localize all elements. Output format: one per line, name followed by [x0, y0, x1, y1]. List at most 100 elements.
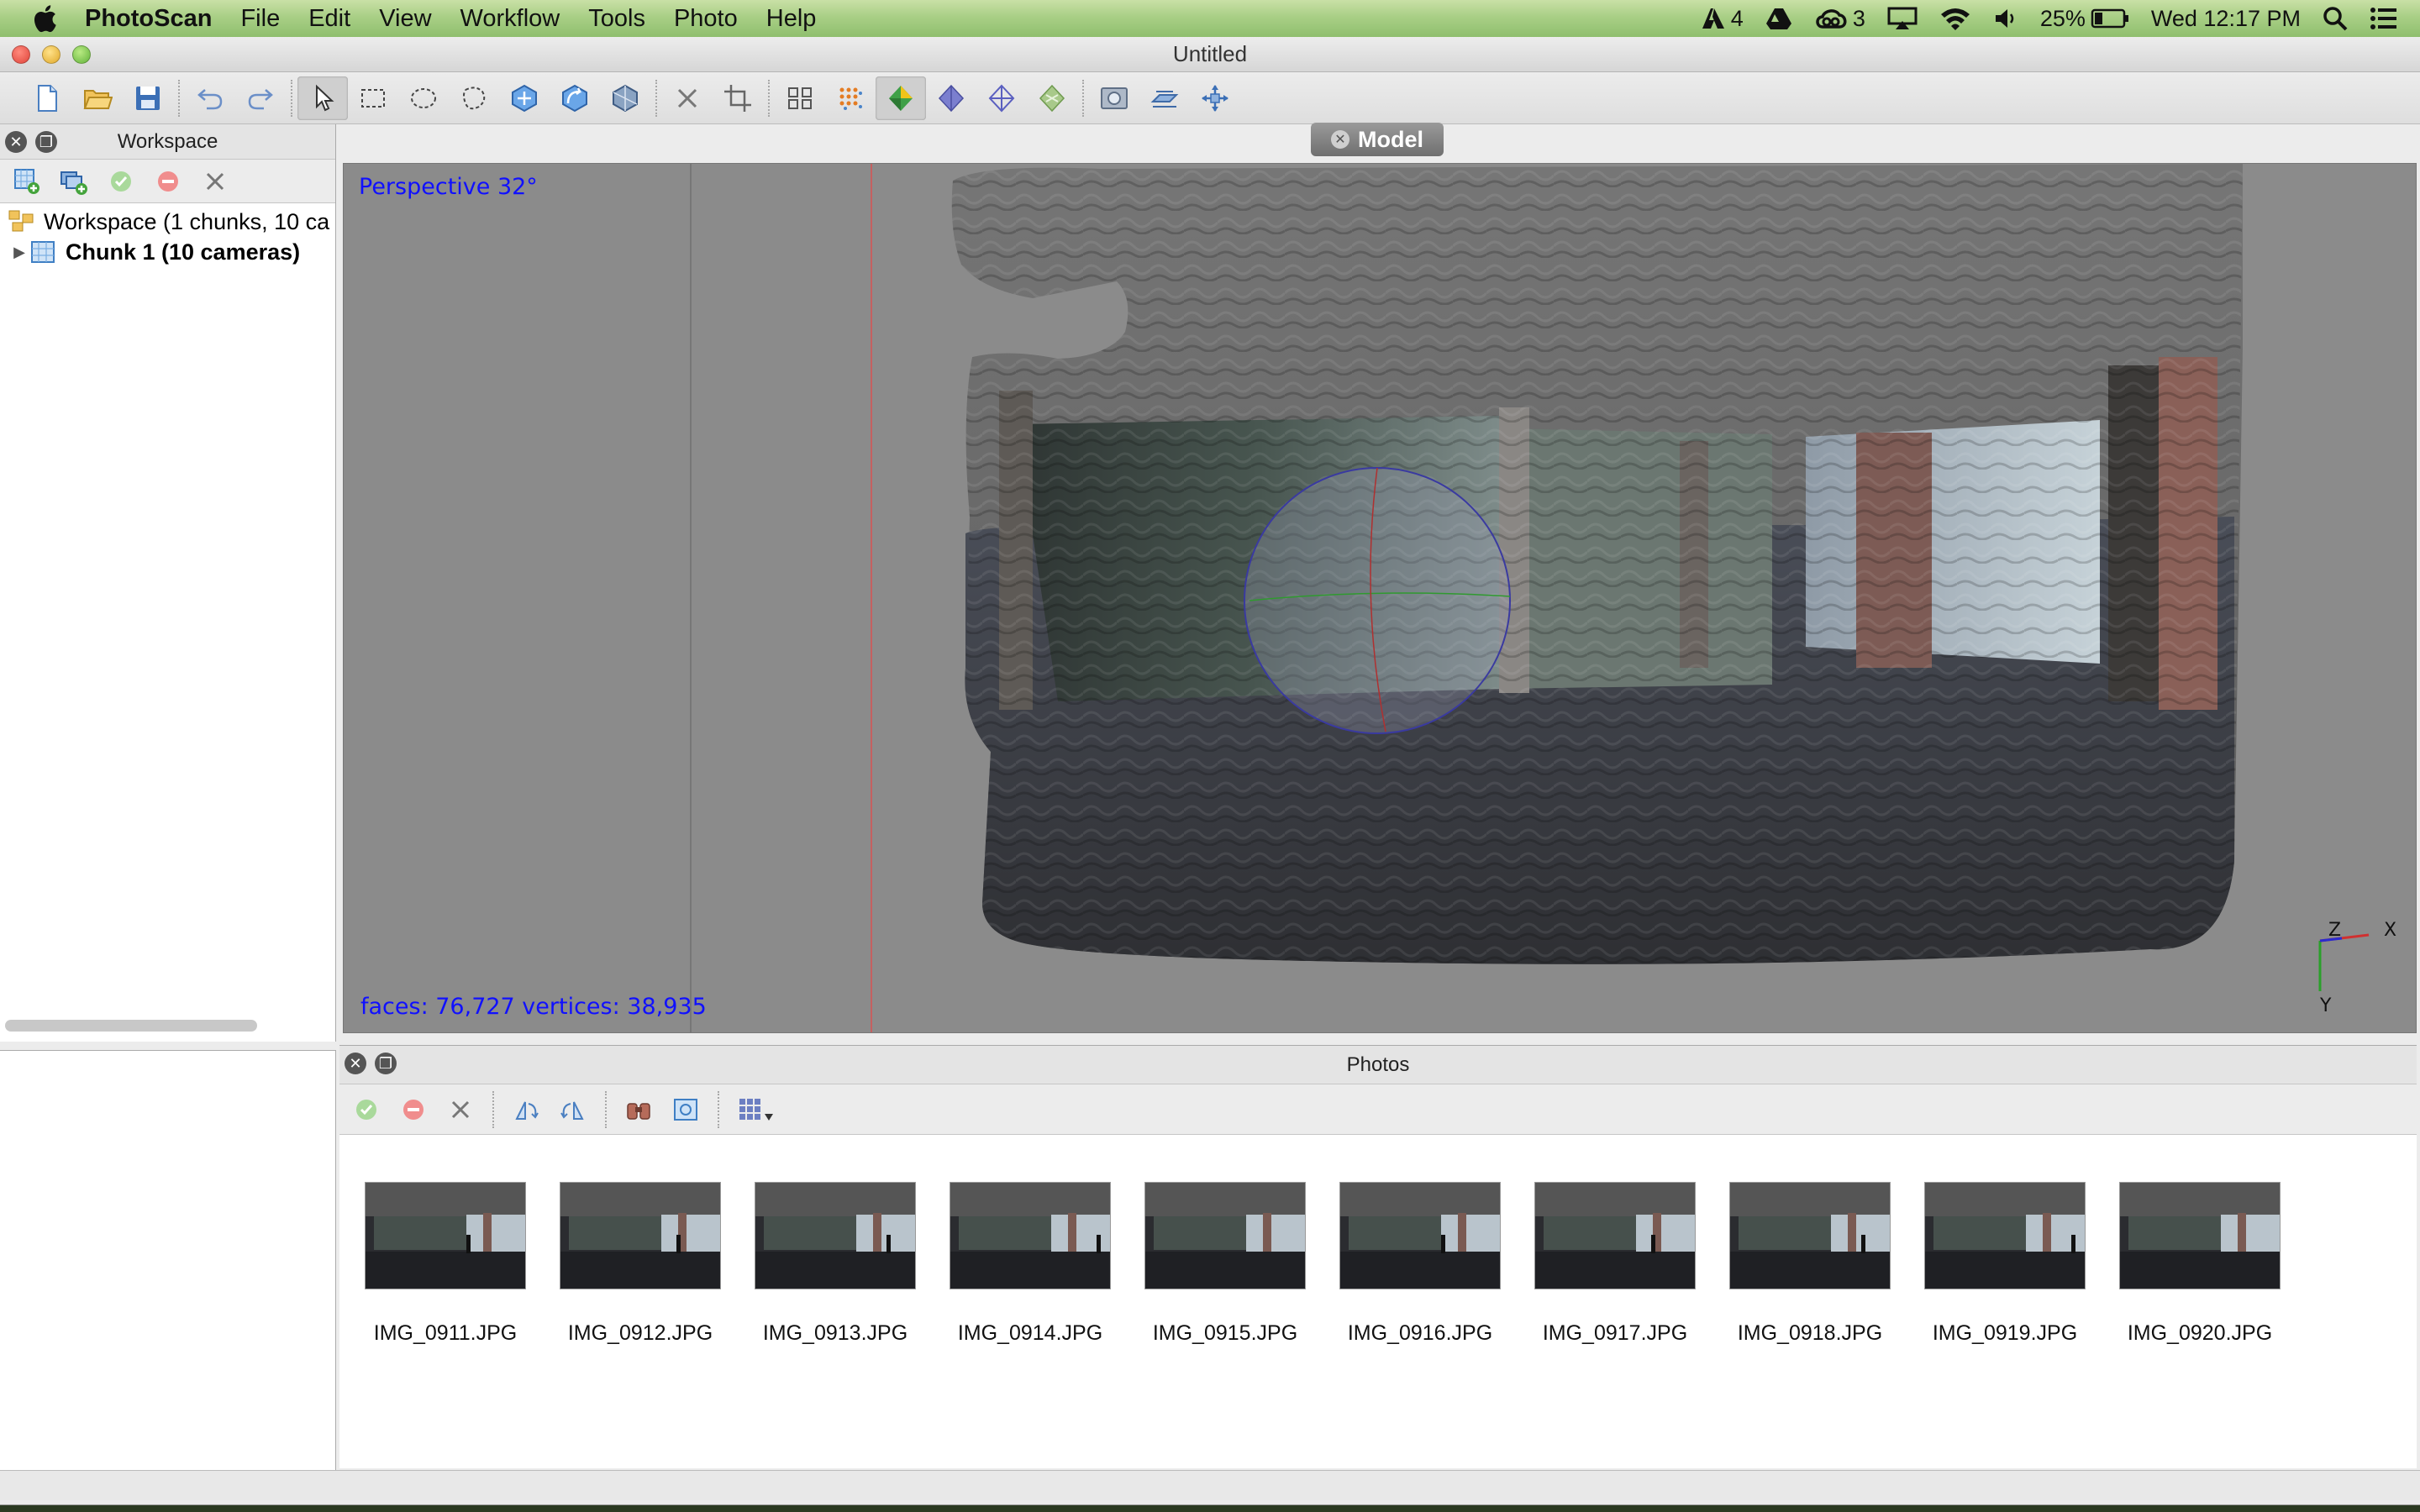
photo-thumbnail[interactable] — [1144, 1182, 1306, 1289]
free-form-selection-button[interactable] — [449, 76, 499, 120]
remove-cameras-button[interactable] — [440, 1091, 481, 1128]
capture-view-icon — [1101, 87, 1128, 109]
rotate-left-button[interactable] — [506, 1091, 546, 1128]
add-photos-button[interactable] — [54, 163, 94, 200]
menu-workflow[interactable]: Workflow — [446, 0, 575, 37]
airplay-status[interactable] — [1887, 7, 1918, 30]
apple-icon[interactable] — [18, 4, 71, 33]
textured-model-button[interactable] — [1027, 76, 1077, 120]
reset-view-button[interactable] — [1190, 76, 1240, 120]
photo-item[interactable]: IMG_0913.JPG — [755, 1182, 916, 1346]
view-mode-dropdown[interactable] — [731, 1091, 781, 1128]
remove-item-button[interactable] — [195, 163, 235, 200]
disable-button[interactable] — [148, 163, 188, 200]
photo-thumbnail[interactable] — [1729, 1182, 1891, 1289]
navigation-pointer-icon — [316, 84, 334, 111]
photo-item[interactable]: IMG_0920.JPG — [2119, 1182, 2281, 1346]
chunk-item[interactable]: ▶ Chunk 1 (10 cameras) — [0, 237, 335, 267]
undo-button[interactable] — [185, 76, 235, 120]
photo-item[interactable]: IMG_0917.JPG — [1534, 1182, 1696, 1346]
trackball[interactable] — [1244, 467, 1511, 734]
disable-cameras-button[interactable] — [393, 1091, 434, 1128]
model-tab[interactable]: ✕ Model — [1311, 123, 1444, 156]
photo-filename: IMG_0914.JPG — [957, 1321, 1103, 1345]
photo-filename: IMG_0912.JPG — [567, 1321, 713, 1345]
import-masks-button[interactable] — [618, 1091, 659, 1128]
notification-status[interactable] — [2370, 7, 2398, 30]
photo-thumbnail[interactable] — [1339, 1182, 1501, 1289]
rotate-right-button[interactable] — [553, 1091, 593, 1128]
textured-model-icon — [1039, 84, 1065, 112]
adobe-status[interactable]: 4 — [1701, 6, 1744, 32]
shaded-model-button[interactable] — [876, 76, 926, 120]
menu-tools[interactable]: Tools — [574, 0, 660, 37]
point-cloud-button[interactable] — [825, 76, 876, 120]
new-button[interactable] — [22, 76, 72, 120]
workspace-horizontal-scrollbar[interactable] — [5, 1020, 257, 1032]
photo-thumbnail[interactable] — [365, 1182, 526, 1289]
menu-view[interactable]: View — [365, 0, 445, 37]
minimize-window-button[interactable] — [42, 45, 60, 64]
photo-thumbnail[interactable] — [1534, 1182, 1696, 1289]
workspace-root-item[interactable]: Workspace (1 chunks, 10 ca — [0, 207, 335, 237]
toolbar-separator — [718, 1090, 719, 1128]
creative-cloud-status[interactable]: 3 — [1814, 6, 1865, 32]
photo-item[interactable]: IMG_0912.JPG — [560, 1182, 721, 1346]
circle-selection-button[interactable] — [398, 76, 449, 120]
capture-view-button[interactable] — [1089, 76, 1139, 120]
close-panel-button[interactable]: ✕ — [345, 1053, 366, 1074]
enable-cameras-button[interactable] — [346, 1091, 387, 1128]
clock[interactable]: Wed 12:17 PM — [2151, 6, 2301, 32]
add-chunk-button[interactable] — [7, 163, 47, 200]
photo-item[interactable]: IMG_0916.JPG — [1339, 1182, 1501, 1346]
expand-arrow-icon[interactable]: ▶ — [8, 244, 30, 261]
menu-photo[interactable]: Photo — [660, 0, 752, 37]
wireframe-model-button[interactable] — [976, 76, 1027, 120]
photo-item[interactable]: IMG_0914.JPG — [950, 1182, 1111, 1346]
enable-button[interactable] — [101, 163, 141, 200]
photo-thumbnail[interactable] — [560, 1182, 721, 1289]
model-viewport[interactable]: Perspective 32° faces: 76,727 vertices: … — [343, 163, 2417, 1033]
crop-selection-button[interactable] — [713, 76, 763, 120]
photo-item[interactable]: IMG_0918.JPG — [1729, 1182, 1891, 1346]
save-button[interactable] — [123, 76, 173, 120]
chunk-icon — [30, 240, 57, 264]
menu-edit[interactable]: Edit — [294, 0, 365, 37]
float-panel-button[interactable]: ❐ — [375, 1053, 397, 1074]
zoom-window-button[interactable] — [72, 45, 91, 64]
photo-item[interactable]: IMG_0915.JPG — [1144, 1182, 1306, 1346]
photo-thumbnail[interactable] — [1924, 1182, 2086, 1289]
rectangle-selection-button[interactable] — [348, 76, 398, 120]
ground-plane-button[interactable] — [1139, 76, 1190, 120]
delete-selection-button[interactable] — [662, 76, 713, 120]
photo-item[interactable]: IMG_0911.JPG — [365, 1182, 526, 1346]
menu-app-name[interactable]: PhotoScan — [71, 0, 226, 37]
resize-region-button[interactable] — [499, 76, 550, 120]
chunk-label: Chunk 1 (10 cameras) — [66, 239, 301, 265]
close-window-button[interactable] — [12, 45, 30, 64]
wifi-status[interactable] — [1939, 6, 1971, 31]
new-doc-icon — [38, 84, 57, 112]
view-photo-button[interactable] — [666, 1091, 706, 1128]
float-panel-button[interactable]: ❐ — [35, 131, 57, 153]
show-cameras-button[interactable] — [775, 76, 825, 120]
rotate-object-button[interactable] — [600, 76, 650, 120]
open-button[interactable] — [72, 76, 123, 120]
battery-status[interactable]: 25% — [2040, 6, 2129, 32]
close-panel-button[interactable]: ✕ — [5, 131, 27, 153]
solid-model-button[interactable] — [926, 76, 976, 120]
photo-thumbnail[interactable] — [950, 1182, 1111, 1289]
drive-status[interactable] — [1765, 7, 1792, 30]
navigation-button[interactable] — [297, 76, 348, 120]
rotate-region-button[interactable] — [550, 76, 600, 120]
menu-help[interactable]: Help — [752, 0, 831, 37]
menu-file[interactable]: File — [226, 0, 294, 37]
redo-button[interactable] — [235, 76, 286, 120]
photo-item[interactable]: IMG_0919.JPG — [1924, 1182, 2086, 1346]
spotlight-status[interactable] — [2323, 6, 2348, 31]
photo-thumbnail[interactable] — [755, 1182, 916, 1289]
volume-status[interactable] — [1993, 7, 2018, 30]
photo-thumbnail[interactable] — [2119, 1182, 2281, 1289]
close-tab-icon[interactable]: ✕ — [1331, 130, 1349, 149]
save-icon — [136, 86, 160, 110]
